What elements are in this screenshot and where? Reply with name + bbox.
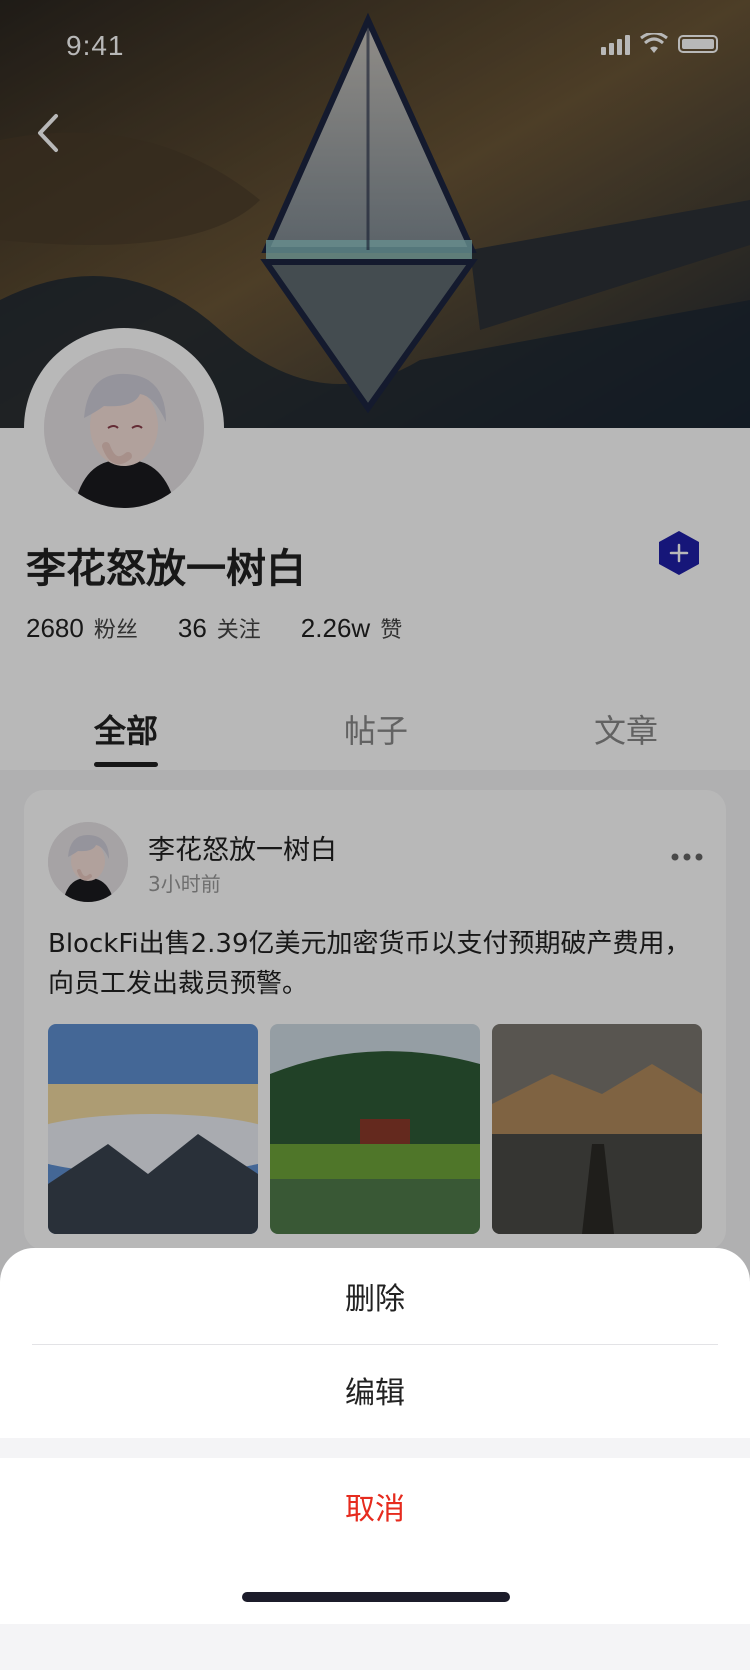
home-indicator <box>242 1592 510 1602</box>
sheet-divider <box>32 1344 718 1345</box>
edit-button[interactable]: 编辑 <box>0 1368 750 1412</box>
action-sheet: 删除 编辑 取消 <box>0 1248 750 1624</box>
sheet-gap <box>0 1438 750 1458</box>
delete-button[interactable]: 删除 <box>0 1274 750 1318</box>
cancel-button[interactable]: 取消 <box>0 1484 750 1528</box>
